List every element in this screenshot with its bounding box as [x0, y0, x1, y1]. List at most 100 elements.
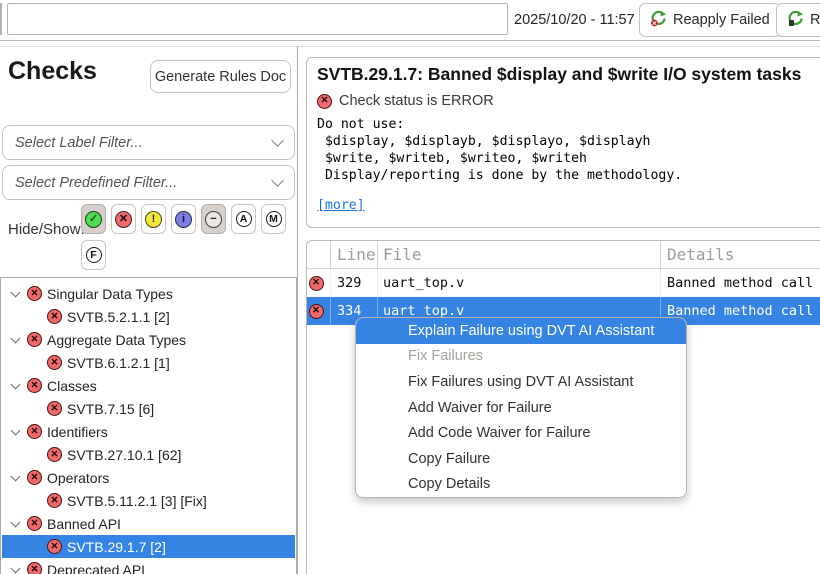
failure-line-cell: 329 — [331, 269, 378, 297]
tree-item-label: Classes — [47, 378, 97, 394]
check-description-panel: SVTB.29.1.7: Banned $display and $write … — [306, 57, 820, 228]
tree-item-category[interactable]: ✕ Deprecated API — [2, 558, 295, 574]
toolbar-sub-divider — [0, 46, 820, 47]
auto-icon: A — [236, 211, 252, 227]
tree-item-label: SVTB.6.1.2.1 [1] — [67, 355, 170, 371]
error-icon: ✕ — [47, 447, 62, 462]
tree-item-check[interactable]: ✕ SVTB.27.10.1 [62] — [2, 443, 295, 466]
refresh-icon — [787, 10, 804, 31]
check-status-row: ✕ Check status is ERROR — [317, 93, 494, 109]
generate-rules-doc-button[interactable]: Generate Rules Doc — [150, 60, 291, 93]
refresh-failed-icon: ✕ — [650, 10, 667, 31]
tree-item-category[interactable]: ✕ Aggregate Data Types — [2, 328, 295, 351]
context-menu-item[interactable]: Add Waiver for Failure — [356, 395, 686, 421]
pass-icon: ✓ — [85, 211, 102, 228]
context-menu-item: Fix Failures — [356, 344, 686, 370]
failure-file-cell-text: uart_top.v — [383, 275, 464, 291]
tree-item-category[interactable]: ✕ Classes — [2, 374, 295, 397]
failure-row[interactable]: ✕329uart_top.vBanned method call — [307, 269, 820, 297]
tree-item-label: Deprecated API — [47, 562, 145, 574]
error-icon: ✕ — [47, 401, 62, 416]
tree-item-label: SVTB.27.10.1 [62] — [67, 447, 181, 463]
chevron-expanded-icon[interactable] — [11, 471, 21, 481]
reapply-secondary-label: Rea — [810, 12, 820, 28]
filter-error-button[interactable]: ✕ — [111, 204, 136, 234]
failures-table-header: Line File Details — [307, 241, 820, 269]
svg-text:✕: ✕ — [652, 20, 658, 27]
filter-row-1: ✓ ✕! i−AM — [81, 204, 286, 234]
toolbar: 2025/10/20 - 11:57 ✕ Reapply Failed Rea — [0, 0, 820, 41]
label-filter-dropdown[interactable]: Select Label Filter... — [2, 125, 295, 160]
checks-panel-title: Checks — [8, 57, 97, 86]
failure-file-cell: uart_top.v — [378, 269, 661, 297]
error-icon: ✕ — [27, 286, 42, 301]
check-status-text: Check status is ERROR — [339, 93, 494, 109]
tree-item-check[interactable]: ✕ SVTB.7.15 [6] — [2, 397, 295, 420]
tree-item-check[interactable]: ✕ SVTB.29.1.7 [2] — [2, 535, 295, 558]
filter-warning-button[interactable]: ! — [141, 204, 166, 234]
file-column-header: File — [378, 241, 661, 268]
chevron-expanded-icon[interactable] — [11, 517, 21, 527]
chevron-expanded-icon[interactable] — [11, 379, 21, 389]
tree-item-category[interactable]: ✕ Identifiers — [2, 420, 295, 443]
error-icon: ✕ — [27, 424, 42, 439]
tree-item-label: Identifiers — [47, 424, 108, 440]
filter-disabled-button[interactable]: − — [201, 204, 226, 234]
checks-tree: ✕ Singular Data Types ✕ SVTB.5.2.1.1 [2] ✕ Ag… — [0, 277, 297, 574]
error-icon: ✕ — [27, 562, 42, 574]
context-menu-item[interactable]: Fix Failures using DVT AI Assistant — [356, 369, 686, 395]
error-icon: ✕ — [27, 378, 42, 393]
chevron-expanded-icon[interactable] — [11, 425, 21, 435]
icon-column-header — [307, 241, 331, 268]
error-icon: ✕ — [309, 304, 324, 319]
error-icon: ✕ — [27, 332, 42, 347]
tree-item-check[interactable]: ✕SVTB.5.11.2.1 [3] [Fix] — [2, 489, 295, 512]
chevron-expanded-icon[interactable] — [11, 287, 21, 297]
tree-item-label: SVTB.5.2.1.1 [2] — [67, 309, 170, 325]
filter-fix-button[interactable]: F — [81, 240, 106, 270]
context-menu-item[interactable]: Explain Failure using DVT AI Assistant — [356, 318, 686, 344]
tree-item-category[interactable]: ✕Operators — [2, 466, 295, 489]
disabled-icon: − — [205, 211, 222, 228]
filter-manual-button[interactable]: M — [261, 204, 286, 234]
chevron-expanded-icon[interactable] — [11, 333, 21, 343]
tree-item-category[interactable]: ✕ Banned API — [2, 512, 295, 535]
failure-icon-cell: ✕ — [307, 297, 331, 325]
filter-row-2: F — [81, 240, 106, 270]
search-input[interactable] — [7, 3, 508, 35]
line-column-header: Line — [331, 241, 378, 268]
tree-item-label: Aggregate Data Types — [47, 332, 186, 348]
reapply-secondary-button[interactable]: Rea — [776, 3, 820, 37]
panel-divider — [297, 46, 298, 574]
filter-auto-button[interactable]: A — [231, 204, 256, 234]
context-menu-item[interactable]: Add Code Waiver for Failure — [356, 420, 686, 446]
tree-item-label: Operators — [47, 470, 109, 486]
hide-show-label: Hide/Show: — [8, 221, 85, 238]
filter-info-button[interactable]: i — [171, 204, 196, 234]
failure-line-cell-text: 334 — [337, 303, 361, 319]
failure-line-cell-text: 329 — [337, 275, 361, 291]
predefined-filter-dropdown[interactable]: Select Predefined Filter... — [2, 165, 295, 200]
failure-details-cell-text: Banned method call — [667, 303, 813, 319]
reapply-failed-label: Reapply Failed — [673, 12, 770, 28]
tree-item-label: SVTB.29.1.7 [2] — [67, 539, 166, 555]
context-menu-item[interactable]: Copy Details — [356, 472, 686, 498]
reapply-failed-button[interactable]: ✕ Reapply Failed — [639, 3, 781, 37]
error-icon: ✕ — [47, 309, 62, 324]
tree-item-label: SVTB.7.15 [6] — [67, 401, 154, 417]
warning-icon: ! — [145, 211, 162, 228]
tree-item-label: Banned API — [47, 516, 121, 532]
filter-pass-button[interactable]: ✓ — [81, 204, 106, 234]
tree-item-check[interactable]: ✕ SVTB.5.2.1.1 [2] — [2, 305, 295, 328]
error-icon: ✕ — [47, 355, 62, 370]
chevron-expanded-icon[interactable] — [11, 563, 21, 573]
tree-item-label: Singular Data Types — [47, 286, 173, 302]
tree-item-category[interactable]: ✕ Singular Data Types — [2, 282, 295, 305]
tree-item-check[interactable]: ✕ SVTB.6.1.2.1 [1] — [2, 351, 295, 374]
error-icon: ✕ — [47, 539, 62, 554]
timestamp-label: 2025/10/20 - 11:57 — [514, 0, 635, 40]
more-link[interactable]: [more] — [317, 198, 365, 213]
context-menu-item[interactable]: Copy Failure — [356, 446, 686, 472]
error-icon: ✕ — [27, 516, 42, 531]
predefined-filter-placeholder: Select Predefined Filter... — [15, 175, 273, 191]
